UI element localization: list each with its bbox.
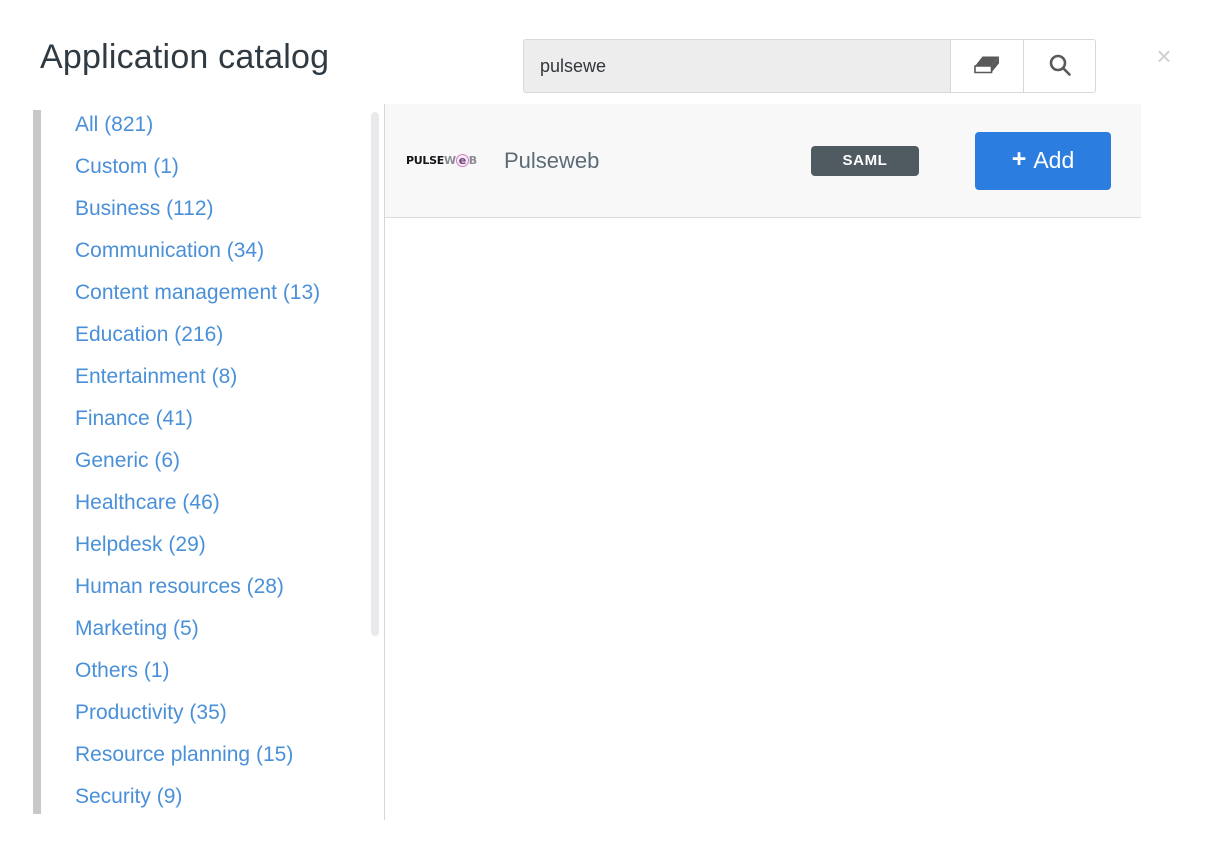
category-count: (41) [155, 407, 193, 430]
sidebar-item-helpdesk[interactable]: Helpdesk (29) [75, 524, 375, 566]
sidebar-item-resource-planning[interactable]: Resource planning (15) [75, 734, 375, 776]
sidebar-item-generic[interactable]: Generic (6) [75, 440, 375, 482]
category-count: (34) [226, 239, 265, 262]
category-count: (29) [168, 533, 206, 556]
sidebar-item-content-management[interactable]: Content management (13) [75, 272, 375, 314]
category-count: (112) [166, 197, 214, 220]
sidebar-item-human-resources[interactable]: Human resources (28) [75, 566, 375, 608]
category-list: All (821) Custom (1) Business (112) Comm… [75, 104, 375, 818]
search-group [523, 39, 1096, 93]
submit-search-button[interactable] [1023, 39, 1096, 93]
plus-icon: + [1011, 145, 1027, 173]
category-label: Human resources [75, 575, 241, 598]
category-label: Security [75, 785, 151, 808]
page-title: Application catalog [40, 38, 330, 76]
category-label: Finance [75, 407, 150, 430]
category-label: Resource planning [75, 743, 251, 766]
category-label: Custom [75, 155, 148, 178]
category-count: (15) [255, 743, 294, 766]
sidebar-item-others[interactable]: Others (1) [75, 650, 375, 692]
pulseweb-logo-icon: PULSE W e B [406, 149, 478, 173]
logo-part-e: e [458, 154, 466, 167]
sidebar-item-security[interactable]: Security (9) [75, 776, 375, 818]
eraser-icon [974, 55, 1000, 78]
sidebar-item-productivity[interactable]: Productivity (35) [75, 692, 375, 734]
sidebar-item-business[interactable]: Business (112) [75, 188, 375, 230]
category-count: (8) [211, 365, 238, 388]
sidebar-item-communication[interactable]: Communication (34) [75, 230, 375, 272]
sidebar-item-all[interactable]: All (821) [75, 104, 375, 146]
category-label: Entertainment [75, 365, 206, 388]
category-count: (35) [189, 701, 227, 724]
category-label: Content management [75, 281, 277, 304]
clear-search-button[interactable] [950, 39, 1023, 93]
application-name: Pulseweb [504, 147, 600, 173]
sidebar-item-entertainment[interactable]: Entertainment (8) [75, 356, 375, 398]
application-catalog-dialog: Application catalog pulsewe × All (821) … [0, 0, 1222, 855]
sidebar-item-finance[interactable]: Finance (41) [75, 398, 375, 440]
results-panel: PULSE W e B Pulseweb SAML + Add [385, 104, 1141, 820]
sidebar-item-marketing[interactable]: Marketing (5) [75, 608, 375, 650]
category-count: (821) [104, 113, 154, 136]
status-badge: SAML [811, 145, 919, 176]
dialog-header: Application catalog pulsewe × [0, 0, 1222, 104]
table-row[interactable]: PULSE W e B Pulseweb SAML + Add [385, 104, 1141, 218]
category-label: Productivity [75, 701, 184, 724]
sidebar-item-healthcare[interactable]: Healthcare (46) [75, 482, 375, 524]
sidebar-item-education[interactable]: Education (216) [75, 314, 375, 356]
logo-part-b: B [468, 154, 477, 167]
category-count: (9) [156, 785, 183, 808]
category-count: (1) [153, 155, 179, 178]
category-label: Healthcare [75, 491, 177, 514]
search-icon [1047, 52, 1073, 81]
category-label: Generic [75, 449, 149, 472]
sidebar-scrollbar-thumb[interactable] [371, 112, 379, 636]
category-label: All [75, 113, 99, 136]
category-label: Others [75, 659, 139, 682]
category-count: (216) [174, 323, 224, 346]
close-icon[interactable]: × [1150, 42, 1178, 70]
category-sidebar: All (821) Custom (1) Business (112) Comm… [33, 104, 380, 820]
category-count: (5) [173, 617, 199, 640]
sidebar-item-custom[interactable]: Custom (1) [75, 146, 375, 188]
category-label: Education [75, 323, 169, 346]
sidebar-accent-bar [33, 110, 41, 814]
category-label: Marketing [75, 617, 168, 640]
category-count: (6) [154, 449, 181, 472]
logo-part-pulse: PULSE [406, 154, 444, 167]
category-label: Helpdesk [75, 533, 163, 556]
logo-part-w: W [443, 154, 456, 167]
category-label: Business [75, 197, 161, 220]
search-input[interactable] [523, 39, 950, 93]
category-label: Communication [75, 239, 221, 262]
sidebar-scrollbar[interactable] [371, 112, 379, 812]
category-count: (13) [282, 281, 321, 304]
category-count: (28) [246, 575, 284, 598]
add-button-label: Add [1033, 147, 1075, 173]
category-count: (1) [143, 659, 170, 682]
dialog-body: All (821) Custom (1) Business (112) Comm… [0, 104, 1222, 820]
category-count: (46) [182, 491, 220, 514]
add-button[interactable]: + Add [975, 131, 1111, 190]
